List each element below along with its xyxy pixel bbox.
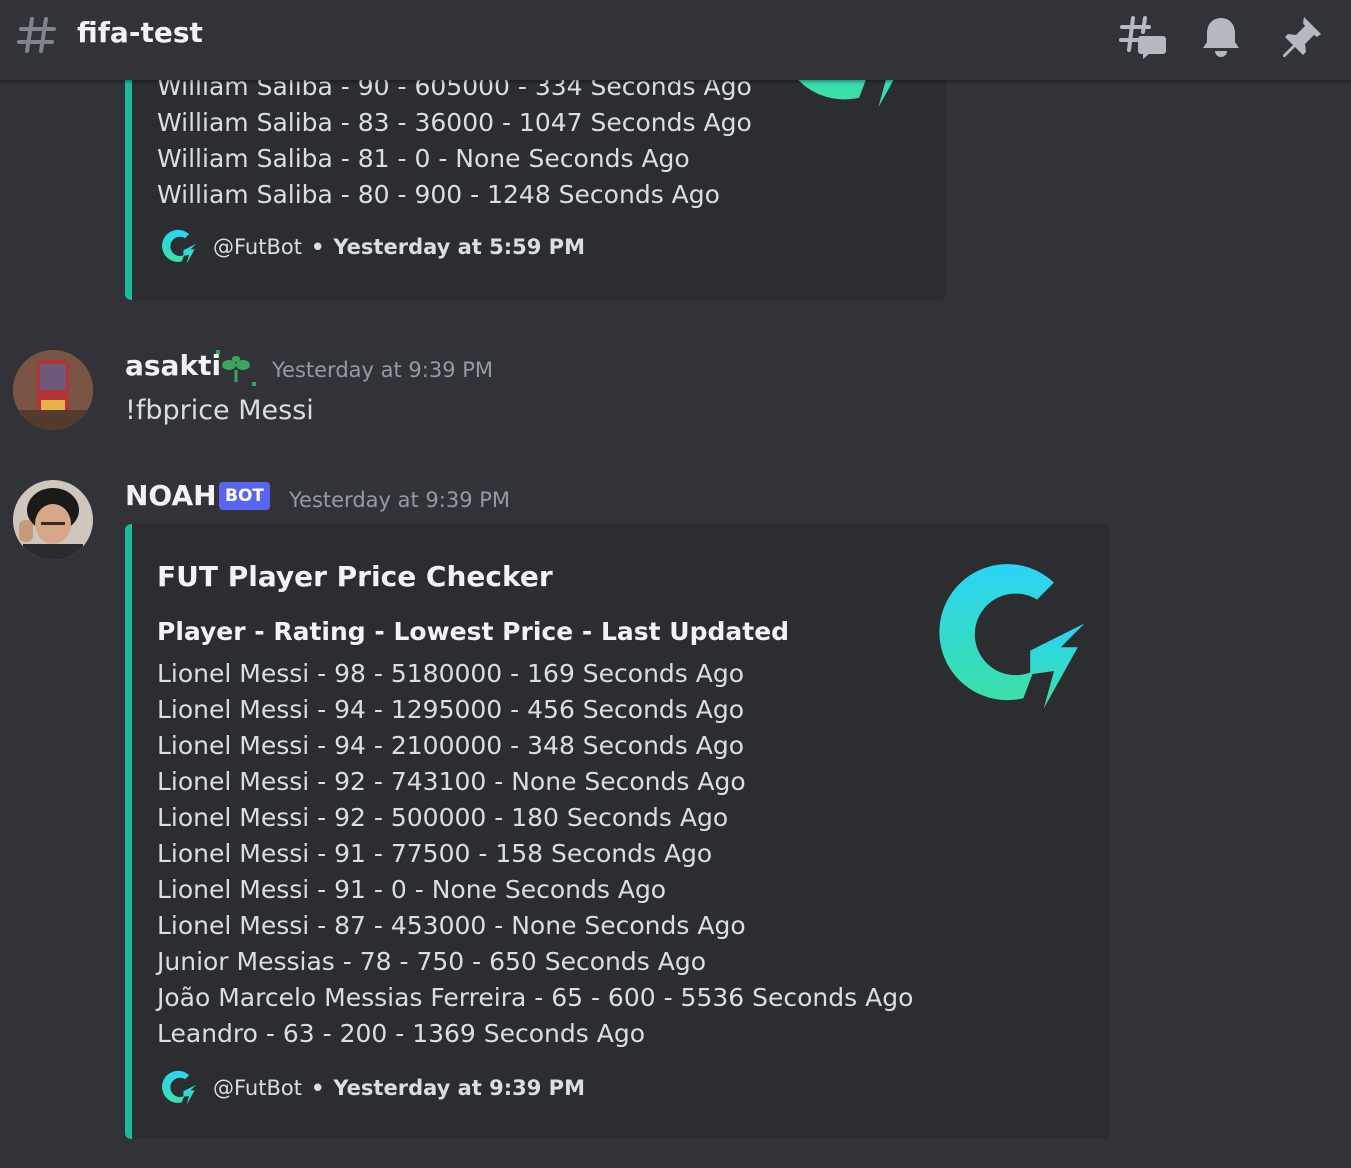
futbot-footer-icon (157, 227, 197, 267)
threads-icon[interactable] (1119, 14, 1167, 60)
pin-icon[interactable] (1280, 14, 1324, 58)
price-checker-embed: FUT Player Price Checker Player - Rating… (125, 524, 1109, 1139)
embed-line: William Saliba - 80 - 900 - 1248 Seconds… (157, 180, 720, 209)
bot-tag: BOT (219, 482, 271, 510)
embed-line: Lionel Messi - 87 - 453000 - None Second… (157, 911, 746, 940)
channel-name: fifa-test (77, 16, 203, 49)
embed-line: Lionel Messi - 92 - 743100 - None Second… (157, 767, 746, 796)
embed-line: Lionel Messi - 98 - 5180000 - 169 Second… (157, 659, 745, 688)
embed-line: William Saliba - 81 - 0 - None Seconds A… (157, 144, 690, 173)
embed-line: Lionel Messi - 94 - 2100000 - 348 Second… (157, 731, 745, 760)
embed-line: Lionel Messi - 91 - 77500 - 158 Seconds … (157, 839, 713, 868)
avatar-asakti[interactable] (13, 350, 93, 430)
sprout-icon (216, 350, 256, 386)
footer-timestamp: Yesterday at 9:39 PM (333, 1076, 585, 1100)
message-timestamp: Yesterday at 9:39 PM (272, 358, 494, 382)
footer-text: @FutBot (213, 1076, 302, 1100)
embed-line: Lionel Messi - 94 - 1295000 - 456 Second… (157, 695, 745, 724)
message-content: !fbprice Messi (125, 395, 314, 426)
footer-timestamp: Yesterday at 5:59 PM (333, 235, 585, 259)
embed-line: Leandro - 63 - 200 - 1369 Seconds Ago (157, 1019, 646, 1048)
avatar-noah[interactable] (13, 480, 93, 560)
embed-line: Junior Messias - 78 - 750 - 650 Seconds … (157, 947, 706, 976)
hash-icon (17, 17, 56, 53)
embed-footer: @FutBot • Yesterday at 9:39 PM (157, 1068, 585, 1108)
notification-bell-icon[interactable] (1199, 14, 1243, 58)
futbot-logo-icon[interactable] (918, 552, 1088, 722)
message-list: William Saliba - 90 - 605000 - 334 Secon… (0, 0, 1351, 1168)
embed-line: Lionel Messi - 92 - 500000 - 180 Seconds… (157, 803, 729, 832)
embed-footer: @FutBot • Yesterday at 5:59 PM (157, 227, 585, 267)
embed-field-header: Player - Rating - Lowest Price - Last Up… (157, 617, 790, 646)
message-timestamp: Yesterday at 9:39 PM (289, 488, 511, 512)
footer-separator: • (310, 235, 325, 259)
embed-line: Lionel Messi - 91 - 0 - None Seconds Ago (157, 875, 667, 904)
footer-text: @FutBot (213, 235, 302, 259)
username-noah[interactable]: NOAH (125, 479, 217, 512)
first-embed: William Saliba - 90 - 605000 - 334 Secon… (125, 60, 947, 300)
username-asakti[interactable]: asakti (125, 349, 221, 382)
embed-line: William Saliba - 83 - 36000 - 1047 Secon… (157, 108, 752, 137)
embed-line: João Marcelo Messias Ferreira - 65 - 600… (157, 983, 914, 1012)
footer-separator: • (310, 1076, 325, 1100)
futbot-footer-icon (157, 1068, 197, 1108)
embed-title: FUT Player Price Checker (157, 560, 553, 593)
channel-header: fifa-test (0, 0, 1351, 80)
